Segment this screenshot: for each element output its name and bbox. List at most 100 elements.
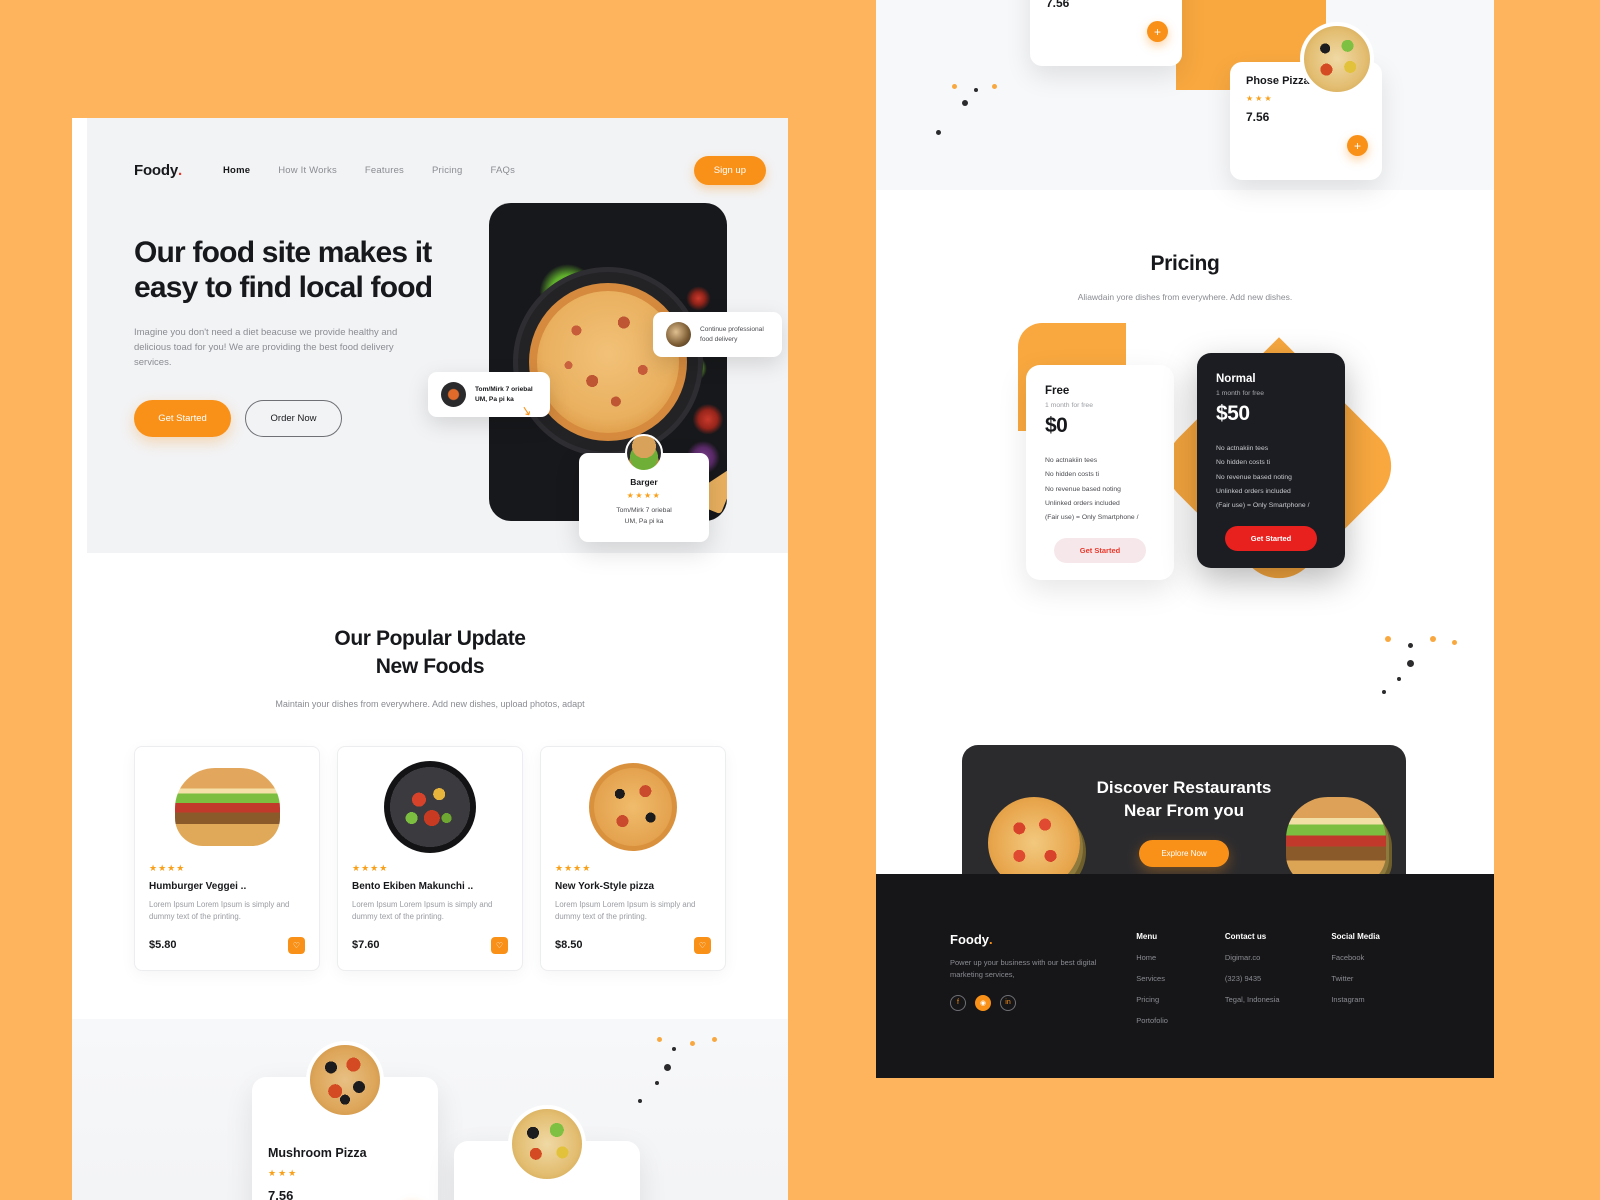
- food-card-stars: ★★★★: [352, 862, 389, 873]
- decorative-dot: [1382, 690, 1386, 694]
- plan-feature: No actnakiin tees: [1045, 457, 1098, 464]
- showcase-card-mushroom-pizza[interactable]: Mushroom Pizza ★★★ 7.56 +: [252, 1040, 438, 1200]
- get-started-button[interactable]: Get Started: [134, 399, 231, 437]
- food-image-bento: [352, 760, 508, 853]
- hero-text-block: Our food site makes it easy to find loca…: [134, 236, 464, 437]
- footer-link-home[interactable]: Home: [1136, 953, 1225, 962]
- food-card-price: $8.50: [555, 939, 583, 952]
- pricing-cards-wrapper: Free 1 month for free $0 No actnakiin te…: [876, 323, 1494, 640]
- product-stars: ★★★: [1246, 94, 1274, 103]
- signup-button[interactable]: Sign up: [693, 156, 766, 185]
- plan-feature: (Fair use) = Only Smartphone /: [1216, 502, 1310, 510]
- popular-title-line-1: Our Popular Update: [334, 627, 526, 650]
- plan-feature: No hidden costs ti: [1045, 471, 1100, 479]
- favorite-heart-icon[interactable]: ♡: [491, 936, 508, 954]
- barger-product-card[interactable]: Barger ★★★★ Tom/Mirk 7 oriebal UM, Pa pi…: [579, 434, 709, 542]
- plan-feature-list: No actnakiin tees No hidden costs ti No …: [1216, 442, 1326, 513]
- footer-social-icons: f ◉ in: [950, 994, 1136, 1011]
- floating-card-delivery-text: Continue professional food delivery: [700, 325, 764, 343]
- site-footer: Foody. Power up your business with our b…: [876, 874, 1494, 1078]
- add-to-cart-plus-icon[interactable]: +: [1147, 21, 1168, 42]
- order-now-button[interactable]: Order Now: [245, 399, 342, 437]
- hero-title-line-1: Our food site makes it: [134, 236, 432, 269]
- nav-link-home[interactable]: Home: [223, 165, 250, 176]
- nav-link-faqs[interactable]: FAQs: [490, 165, 515, 176]
- showcase-section: Mushroom Pizza ★★★ 7.56 + +: [72, 1018, 788, 1200]
- decorative-dot: [690, 1040, 695, 1046]
- decorative-dot: [1452, 640, 1457, 645]
- decorative-dot: [992, 84, 997, 89]
- discover-title-line-1: Discover Restaurants: [1096, 778, 1272, 797]
- plan-cta-button-free[interactable]: Get Started: [1054, 538, 1146, 563]
- explore-now-button[interactable]: Explore Now: [1139, 839, 1229, 867]
- footer-link-twitter[interactable]: Twitter: [1331, 974, 1420, 983]
- pricing-section: Pricing Aliawdain yore dishes from every…: [876, 190, 1494, 640]
- brand-logo[interactable]: Foody.: [134, 162, 182, 179]
- plan-cta-button-normal[interactable]: Get Started: [1225, 526, 1317, 551]
- top-product-cards-section: Italian Pizza ★★★ 7.56 + Phose Pizza ★★★…: [876, 0, 1494, 190]
- decorative-dot: [1397, 677, 1401, 681]
- food-card[interactable]: ★★★★ Humburger Veggei .. Lorem Ipsum Lor…: [134, 745, 320, 971]
- hero-title: Our food site makes it easy to find loca…: [134, 236, 464, 306]
- dish-avatar: [441, 382, 466, 407]
- food-card-title: Humburger Veggei ..: [149, 880, 247, 892]
- plan-period: 1 month for free: [1045, 402, 1093, 409]
- footer-column-menu: Menu Home Services Pricing Portofolio: [1136, 932, 1225, 1078]
- food-card-price: $5.80: [149, 939, 177, 952]
- footer-logo[interactable]: Foody.: [950, 932, 1136, 947]
- plan-amount: $0: [1045, 414, 1068, 437]
- barger-detail-line-2: UM, Pa pi ka: [624, 517, 664, 525]
- showcase-card-stars: ★★★: [268, 1167, 299, 1178]
- right-mockup-panel: Italian Pizza ★★★ 7.56 + Phose Pizza ★★★…: [876, 0, 1494, 1078]
- barger-name: Barger: [630, 477, 658, 487]
- food-card[interactable]: ★★★★ Bento Ekiben Makunchi .. Lorem Ipsu…: [337, 745, 523, 971]
- decorative-dot: [1430, 636, 1436, 642]
- plan-feature: Unlinked orders included: [1216, 487, 1291, 495]
- food-card-title: Bento Ekiben Makunchi ..: [352, 880, 474, 892]
- footer-link-pricing[interactable]: Pricing: [1136, 995, 1225, 1004]
- pricing-title: Pricing: [1150, 252, 1220, 275]
- plan-feature: No revenue based noting: [1045, 485, 1121, 493]
- footer-link-instagram[interactable]: Instagram: [1331, 995, 1420, 1004]
- food-card-price: $7.60: [352, 939, 380, 952]
- nav-link-pricing[interactable]: Pricing: [432, 165, 462, 176]
- plan-period: 1 month for free: [1216, 390, 1264, 397]
- food-card-description: Lorem Ipsum Lorem Ipsum is simply and du…: [555, 899, 696, 922]
- pricing-card-normal[interactable]: Normal 1 month for free $50 No actnakiin…: [1197, 353, 1345, 568]
- footer-column-social: Social Media Facebook Twitter Instagram: [1331, 932, 1420, 1078]
- add-to-cart-plus-icon[interactable]: +: [1347, 135, 1368, 156]
- product-card-phose-pizza[interactable]: Phose Pizza ★★★ 7.56 +: [1230, 22, 1382, 180]
- nav-link-how-it-works[interactable]: How It Works: [278, 165, 337, 176]
- footer-link-services[interactable]: Services: [1136, 974, 1225, 983]
- phose-pizza-thumbnail: [1300, 22, 1374, 96]
- floating-card-dish: Tom/Mirk 7 oriebal UM, Pa pi ka ↘: [428, 372, 550, 419]
- facebook-icon[interactable]: f: [950, 994, 966, 1011]
- food-card-title: New York-Style pizza: [555, 880, 655, 892]
- linkedin-icon[interactable]: in: [1000, 994, 1016, 1011]
- decorative-dot: [638, 1098, 642, 1103]
- food-card-footer: $8.50 ♡: [555, 936, 711, 954]
- nav-link-features[interactable]: Features: [365, 165, 404, 176]
- pricing-card-free[interactable]: Free 1 month for free $0 No actnakiin te…: [1026, 365, 1174, 580]
- floating-card-delivery: Continue professional food delivery: [653, 312, 782, 357]
- footer-contact-phone[interactable]: (323) 9435: [1225, 974, 1331, 983]
- brand-logo-dot: .: [178, 162, 182, 179]
- plan-feature: Unlinked orders included: [1045, 499, 1120, 507]
- pizza-shape: [529, 283, 687, 441]
- instagram-icon[interactable]: ◉: [975, 994, 991, 1011]
- favorite-heart-icon[interactable]: ♡: [694, 936, 711, 954]
- food-card[interactable]: ★★★★ New York-Style pizza Lorem Ipsum Lo…: [540, 745, 726, 971]
- delivery-avatar: [666, 322, 691, 347]
- product-card-italian-pizza[interactable]: Italian Pizza ★★★ 7.56 +: [1030, 0, 1182, 66]
- showcase-card-secondary[interactable]: +: [454, 1104, 640, 1200]
- plan-feature: No actnakiin tees: [1216, 445, 1269, 452]
- footer-column-heading: Social Media: [1331, 932, 1380, 941]
- footer-link-facebook[interactable]: Facebook: [1331, 953, 1420, 962]
- footer-contact-website[interactable]: Digimar.co: [1225, 953, 1331, 962]
- footer-link-portofolio[interactable]: Portofolio: [1136, 1016, 1225, 1025]
- popular-foods-section: Our Popular Update New Foods Maintain yo…: [72, 553, 788, 971]
- nav-links: Home How It Works Features Pricing FAQs: [223, 165, 515, 176]
- favorite-heart-icon[interactable]: ♡: [288, 936, 305, 954]
- footer-column-heading: Menu: [1136, 932, 1158, 941]
- popular-title-line-2: New Foods: [375, 655, 485, 679]
